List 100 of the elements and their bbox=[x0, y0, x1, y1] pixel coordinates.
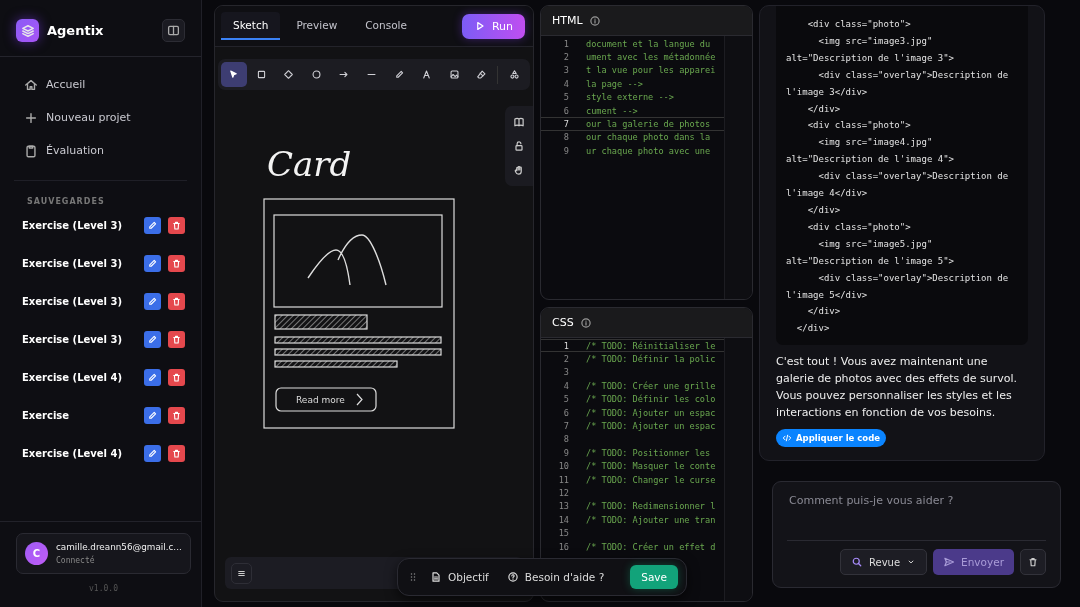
line-number: 15 bbox=[557, 528, 570, 539]
objective-button[interactable]: Objectif bbox=[426, 571, 493, 583]
delete-button[interactable] bbox=[168, 406, 185, 424]
clear-button[interactable] bbox=[1020, 549, 1046, 575]
code-line: /* TODO: Définir les colo bbox=[586, 394, 716, 405]
help-button[interactable]: Besoin d'aide ? bbox=[502, 571, 609, 583]
code-line: <div class="photo"> bbox=[806, 220, 912, 234]
tab[interactable]: Console bbox=[353, 12, 419, 40]
trash-icon bbox=[1027, 556, 1039, 568]
code-line: t la vue pour les apparei bbox=[586, 65, 716, 76]
saved-project-link[interactable]: Exercise (Level 3) bbox=[22, 295, 137, 307]
line-number: 7 bbox=[562, 119, 570, 130]
pencil-icon bbox=[147, 333, 158, 345]
code-line: /* TODO: Ajouter un espac bbox=[586, 407, 716, 418]
line-number: 9 bbox=[562, 447, 570, 458]
line-number: 4 bbox=[562, 78, 570, 89]
user-email: camille.dreann56@gmail.c... bbox=[56, 542, 182, 554]
line-number: 9 bbox=[562, 145, 570, 156]
user-card[interactable]: C camille.dreann56@gmail.c... Connecté bbox=[16, 533, 191, 574]
message-composer[interactable]: Comment puis-je vous aider ? Revue Envoyer bbox=[772, 481, 1061, 588]
saved-project-link[interactable]: Exercise (Level 3) bbox=[22, 333, 137, 345]
code-line: <div class="photo"> bbox=[806, 119, 912, 133]
code-line: /* TODO: Redimensionner l bbox=[586, 501, 716, 512]
mode-dropdown[interactable]: Revue bbox=[840, 549, 928, 575]
code-line: alt="Description de l'image 5"> bbox=[786, 254, 955, 268]
saved-project-link[interactable]: Exercise (Level 3) bbox=[22, 219, 137, 231]
code-line: <img src="image3.jpg" bbox=[817, 34, 934, 48]
edit-button[interactable] bbox=[144, 368, 161, 386]
code-line: /* TODO: Masquer le conte bbox=[586, 461, 716, 472]
code-line: </div> bbox=[806, 203, 842, 217]
hand-icon bbox=[513, 164, 525, 176]
code-line: </div> bbox=[795, 322, 831, 336]
square-icon bbox=[255, 69, 267, 80]
plus-icon bbox=[24, 110, 38, 125]
question-circle-icon bbox=[506, 571, 519, 583]
search-icon bbox=[851, 556, 863, 568]
trash-icon bbox=[171, 295, 182, 307]
pencil-icon bbox=[147, 409, 158, 421]
cursor-tool-button[interactable] bbox=[221, 62, 247, 87]
line-number: 2 bbox=[562, 52, 570, 63]
edit-button[interactable] bbox=[144, 254, 161, 272]
code-line: <div class="overlay">Description de bbox=[817, 170, 1010, 184]
delete-button[interactable] bbox=[168, 216, 185, 234]
read-more-button-sketch: Read more bbox=[275, 387, 377, 412]
delete-button[interactable] bbox=[168, 254, 185, 272]
menu-button[interactable] bbox=[231, 562, 252, 584]
saved-project-link[interactable]: Exercise (Level 4) bbox=[22, 447, 137, 459]
nav-link[interactable]: Accueil bbox=[24, 71, 169, 98]
edit-button[interactable] bbox=[144, 406, 161, 424]
code-line: /* TODO: Ajouter une tran bbox=[586, 514, 716, 525]
tab[interactable]: Preview bbox=[284, 12, 350, 40]
tab[interactable]: Sketch bbox=[221, 12, 281, 40]
edit-button[interactable] bbox=[144, 292, 161, 310]
code-line: <div class="overlay">Description de bbox=[817, 271, 1010, 285]
code-line: /* TODO: Réinitialiser le bbox=[586, 340, 716, 351]
run-button[interactable]: Run bbox=[461, 13, 525, 39]
avatar: C bbox=[25, 542, 48, 565]
edit-button[interactable] bbox=[144, 216, 161, 234]
send-button[interactable]: Envoyer bbox=[933, 549, 1014, 575]
trash-icon bbox=[171, 219, 182, 231]
line-number: 4 bbox=[562, 380, 570, 391]
message-input[interactable]: Comment puis-je vous aider ? bbox=[787, 492, 1046, 541]
code-icon bbox=[782, 433, 792, 444]
code-line: /* TODO: Ajouter un espac bbox=[586, 421, 716, 432]
code-line: l'image 3</div> bbox=[786, 85, 869, 99]
edit-button[interactable] bbox=[144, 330, 161, 348]
code-line: l'image 5</div> bbox=[786, 288, 869, 302]
nav-link[interactable]: Nouveau projet bbox=[24, 104, 169, 131]
version-label: v1.0.0 bbox=[89, 584, 118, 593]
saved-project-link[interactable]: Exercise bbox=[22, 409, 137, 421]
code-line: <div class="overlay">Description de bbox=[817, 68, 1010, 82]
line-number: 11 bbox=[557, 474, 570, 485]
trash-icon bbox=[171, 409, 182, 421]
stack-logo-icon bbox=[16, 19, 39, 42]
delete-button[interactable] bbox=[168, 292, 185, 310]
code-line: </div> bbox=[806, 102, 842, 116]
drag-handle-icon[interactable] bbox=[410, 572, 416, 582]
saved-project-link[interactable]: Exercise (Level 3) bbox=[22, 257, 137, 269]
edit-button[interactable] bbox=[144, 444, 161, 462]
image-icon bbox=[448, 69, 460, 80]
info-icon bbox=[588, 14, 601, 27]
pencil-icon bbox=[147, 447, 158, 459]
code-line: alt="Description de l'image 4"> bbox=[786, 153, 955, 167]
delete-button[interactable] bbox=[168, 444, 185, 462]
delete-button[interactable] bbox=[168, 368, 185, 386]
code-line: /* TODO: Définir la polic bbox=[586, 354, 716, 365]
handwritten-title: Card bbox=[267, 144, 352, 184]
editor-title: HTML bbox=[552, 14, 583, 27]
nav-link[interactable]: Évaluation bbox=[24, 137, 169, 164]
code-line: <img src="image4.jpg" bbox=[817, 136, 934, 150]
delete-button[interactable] bbox=[168, 330, 185, 348]
saved-project-link[interactable]: Exercise (Level 4) bbox=[22, 371, 137, 383]
code-line: our la galerie de photos bbox=[586, 119, 711, 130]
apply-code-button[interactable]: Appliquer le code bbox=[776, 429, 886, 448]
line-number: 12 bbox=[557, 488, 570, 498]
line-number: 2 bbox=[562, 354, 570, 365]
panel-toggle-icon[interactable] bbox=[162, 19, 185, 42]
line-number: 1 bbox=[562, 340, 570, 351]
code-line: </div> bbox=[806, 305, 842, 319]
trash-icon bbox=[171, 257, 182, 269]
